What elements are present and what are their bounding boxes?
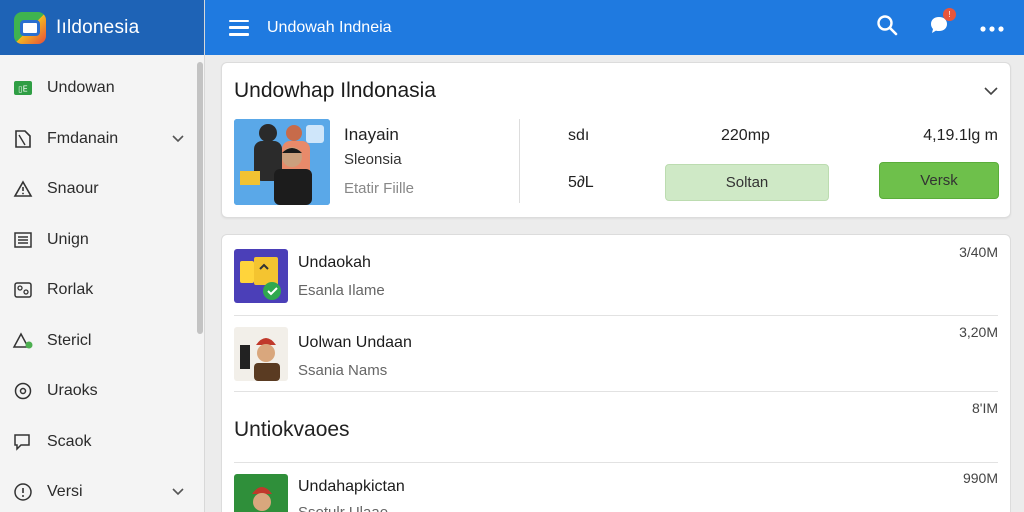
chevron-down-icon[interactable]: [172, 483, 184, 501]
brand-title: Iıldonesia: [56, 16, 140, 38]
page-title: Undowah Indneia: [267, 18, 392, 36]
more-options-icon[interactable]: [980, 19, 1004, 37]
sidebar-item-label: Rorlak: [47, 281, 94, 299]
featured-meta: Etatir Fiille: [344, 180, 415, 197]
search-icon[interactable]: [876, 14, 898, 41]
sidebar-item-versi[interactable]: Versi: [0, 467, 204, 512]
warning-icon: [12, 178, 34, 200]
app-list-card: Undaokah Esanla Ilame 3/40M Uolwan Undaa…: [221, 234, 1011, 512]
sidebar-item-snaour[interactable]: Snaour: [0, 164, 204, 215]
app-logo: [14, 11, 46, 44]
section-title: Untiokvaoes: [234, 418, 350, 441]
menu-icon[interactable]: [229, 19, 249, 36]
list-item[interactable]: Undaokah Esanla Ilame 3/40M: [222, 235, 1010, 315]
list-item-title: Uolwan Undaan: [298, 334, 412, 351]
secondary-button[interactable]: Soltan: [665, 164, 829, 201]
chevron-down-icon[interactable]: [984, 83, 998, 101]
info-icon: [12, 481, 34, 503]
sidebar-item-uraoks[interactable]: Uraoks: [0, 366, 204, 417]
chat-icon: [12, 431, 34, 453]
list-item-subtitle: Ssotulr Ulaao: [298, 504, 388, 512]
sidebar-item-undowan[interactable]: ▯E Undowan: [0, 63, 204, 114]
sidebar-item-label: Fmdanain: [47, 129, 119, 147]
document-icon: [12, 128, 34, 150]
sidebar-item-label: Undowan: [47, 79, 115, 97]
sidebar-item-label: Scaok: [47, 432, 92, 450]
svg-text:▯E: ▯E: [18, 85, 27, 94]
list-item-subtitle: Ssania Nams: [298, 362, 388, 379]
sidebar-item-label: Unign: [47, 230, 89, 248]
gear-icon: [12, 380, 34, 402]
stat-label-2: 5∂L: [568, 174, 594, 191]
sidebar-item-label: Versi: [47, 483, 83, 501]
sidebar-nav: ▯E Undowan Fmdanain Snaour Unign Rorlak …: [0, 55, 204, 512]
brand-header[interactable]: Iıldonesia: [0, 0, 204, 55]
sidebar-item-fmdanain[interactable]: Fmdanain: [0, 114, 204, 165]
sidebar-item-stericl[interactable]: Stericl: [0, 316, 204, 367]
stat-value-2: 4,19.1lg m: [923, 127, 998, 144]
featured-name: Inayain: [344, 125, 399, 144]
list-icon: [12, 229, 34, 251]
section-size: 8'IM: [971, 400, 998, 416]
primary-button[interactable]: Versk: [879, 162, 999, 199]
featured-title: Undowhap Ilndonasia: [234, 79, 436, 102]
app-thumbnail: [234, 474, 288, 512]
list-item-size: 3,20M: [959, 324, 998, 340]
settings-grid-icon: [12, 279, 34, 301]
stat-value-1: 220mp: [721, 127, 770, 144]
sidebar: Iıldonesia ▯E Undowan Fmdanain Snaour Un…: [0, 0, 205, 512]
featured-card: Undowhap Ilndonasia Inayain Sleonsia Eta…: [221, 62, 1011, 218]
alert-user-icon: [12, 330, 34, 352]
chevron-down-icon[interactable]: [172, 130, 184, 148]
sidebar-scrollbar[interactable]: [197, 62, 203, 334]
divider: [519, 119, 520, 203]
sidebar-item-label: Snaour: [47, 180, 99, 198]
sidebar-item-unign[interactable]: Unign: [0, 215, 204, 266]
list-item[interactable]: Uolwan Undaan Ssania Nams 3,20M: [222, 315, 1010, 391]
app-badge-icon: ▯E: [12, 77, 34, 99]
list-item-subtitle: Esanla Ilame: [298, 282, 385, 299]
stat-label-1: sdı: [568, 127, 590, 144]
app-thumbnail: [234, 327, 288, 381]
top-actions: !: [876, 0, 1004, 55]
sidebar-item-label: Stericl: [47, 331, 92, 349]
list-item-size: 3/40M: [959, 244, 998, 260]
notification-button[interactable]: !: [928, 8, 956, 41]
featured-subtitle: Sleonsia: [344, 151, 402, 168]
list-item[interactable]: Undahapkictan Ssotulr Ulaao 990M: [222, 462, 1010, 512]
list-item-title: Undahapkictan: [298, 478, 405, 495]
list-item-size: 990M: [962, 470, 998, 486]
top-app-bar: Undowah Indneia !: [205, 0, 1024, 55]
sidebar-item-scaok[interactable]: Scaok: [0, 417, 204, 468]
featured-thumbnail[interactable]: [234, 119, 330, 205]
list-item-title: Undaokah: [298, 254, 371, 271]
notification-badge: !: [943, 8, 956, 21]
divider: [234, 391, 998, 392]
sidebar-item-label: Uraoks: [47, 382, 98, 400]
app-thumbnail: [234, 249, 288, 303]
sidebar-item-rorlak[interactable]: Rorlak: [0, 265, 204, 316]
